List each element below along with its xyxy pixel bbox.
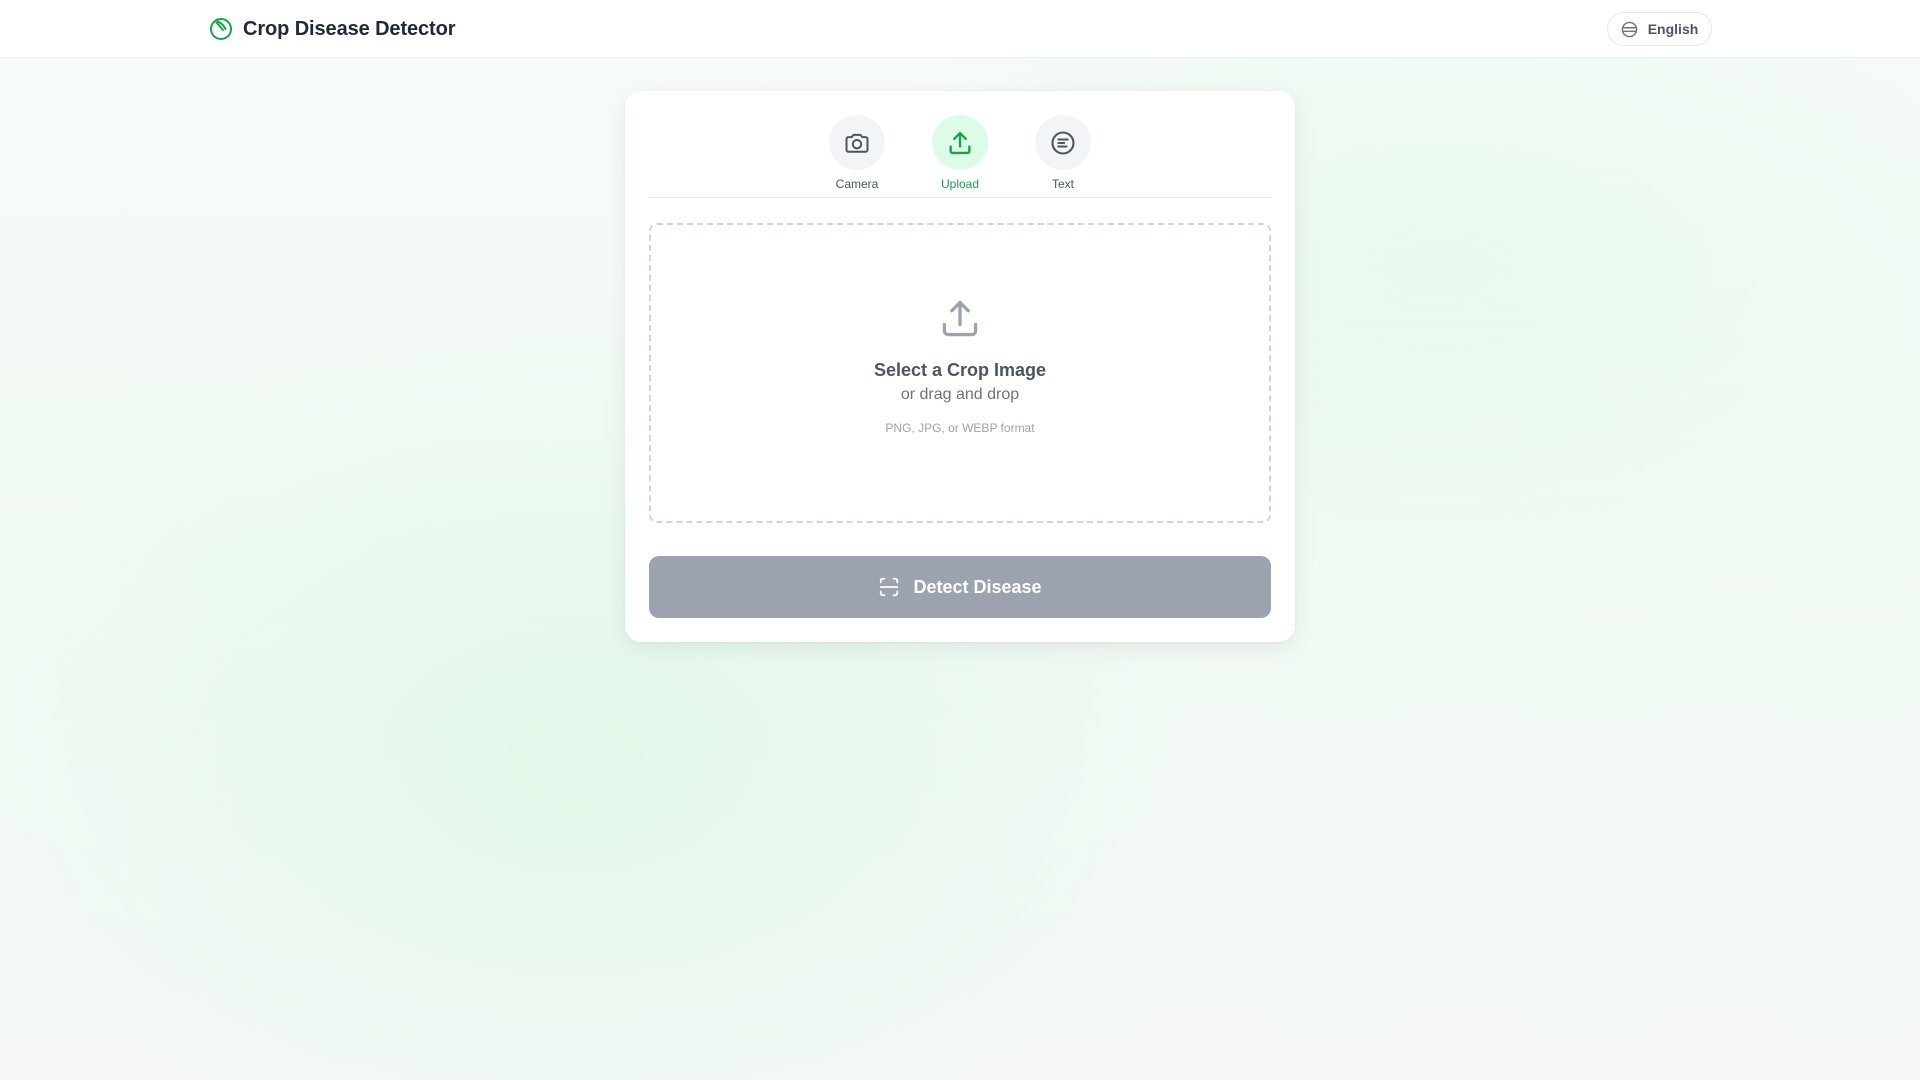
tab-label: Camera (835, 177, 879, 191)
globe-icon (1621, 21, 1638, 37)
dropzone-content: Select a Crop Image or drag and drop PNG… (651, 297, 1269, 435)
text-bubble-icon (1051, 130, 1075, 155)
image-dropzone[interactable]: Select a Crop Image or drag and drop PNG… (649, 223, 1271, 523)
language-selector[interactable]: English (1607, 12, 1712, 46)
detect-button-label: Detect Disease (913, 576, 1042, 597)
dropzone-subtitle: or drag and drop (900, 386, 1020, 403)
upload-icon (942, 300, 978, 337)
upload-icon (949, 131, 971, 154)
tab-text[interactable]: Text (1018, 115, 1108, 191)
tab-label: Text (1051, 177, 1074, 191)
mode-icon-wrap (1035, 115, 1091, 170)
dropzone-formats: PNG, JPG, or WEBP format (885, 421, 1035, 435)
detector-card: Camera Upload Text Select a Crop Image o… (625, 91, 1295, 642)
tab-camera[interactable]: Camera (812, 115, 902, 191)
dropzone-title: Select a Crop Image (873, 360, 1047, 380)
language-label: English (1647, 21, 1699, 37)
leaf-circle-icon (210, 18, 232, 40)
tab-upload[interactable]: Upload (915, 115, 1005, 191)
camera-icon (845, 133, 869, 153)
mode-icon-wrap (829, 115, 885, 170)
tab-label: Upload (940, 177, 980, 191)
app-header: Crop Disease Detector English (0, 0, 1920, 58)
mode-icon-wrap (932, 115, 988, 170)
scan-icon (880, 577, 899, 597)
brand[interactable]: Crop Disease Detector (209, 15, 456, 43)
input-mode-tabs: Camera Upload Text (649, 115, 1271, 198)
detect-disease-button[interactable]: Detect Disease (649, 556, 1271, 618)
app-title: Crop Disease Detector (243, 17, 456, 40)
